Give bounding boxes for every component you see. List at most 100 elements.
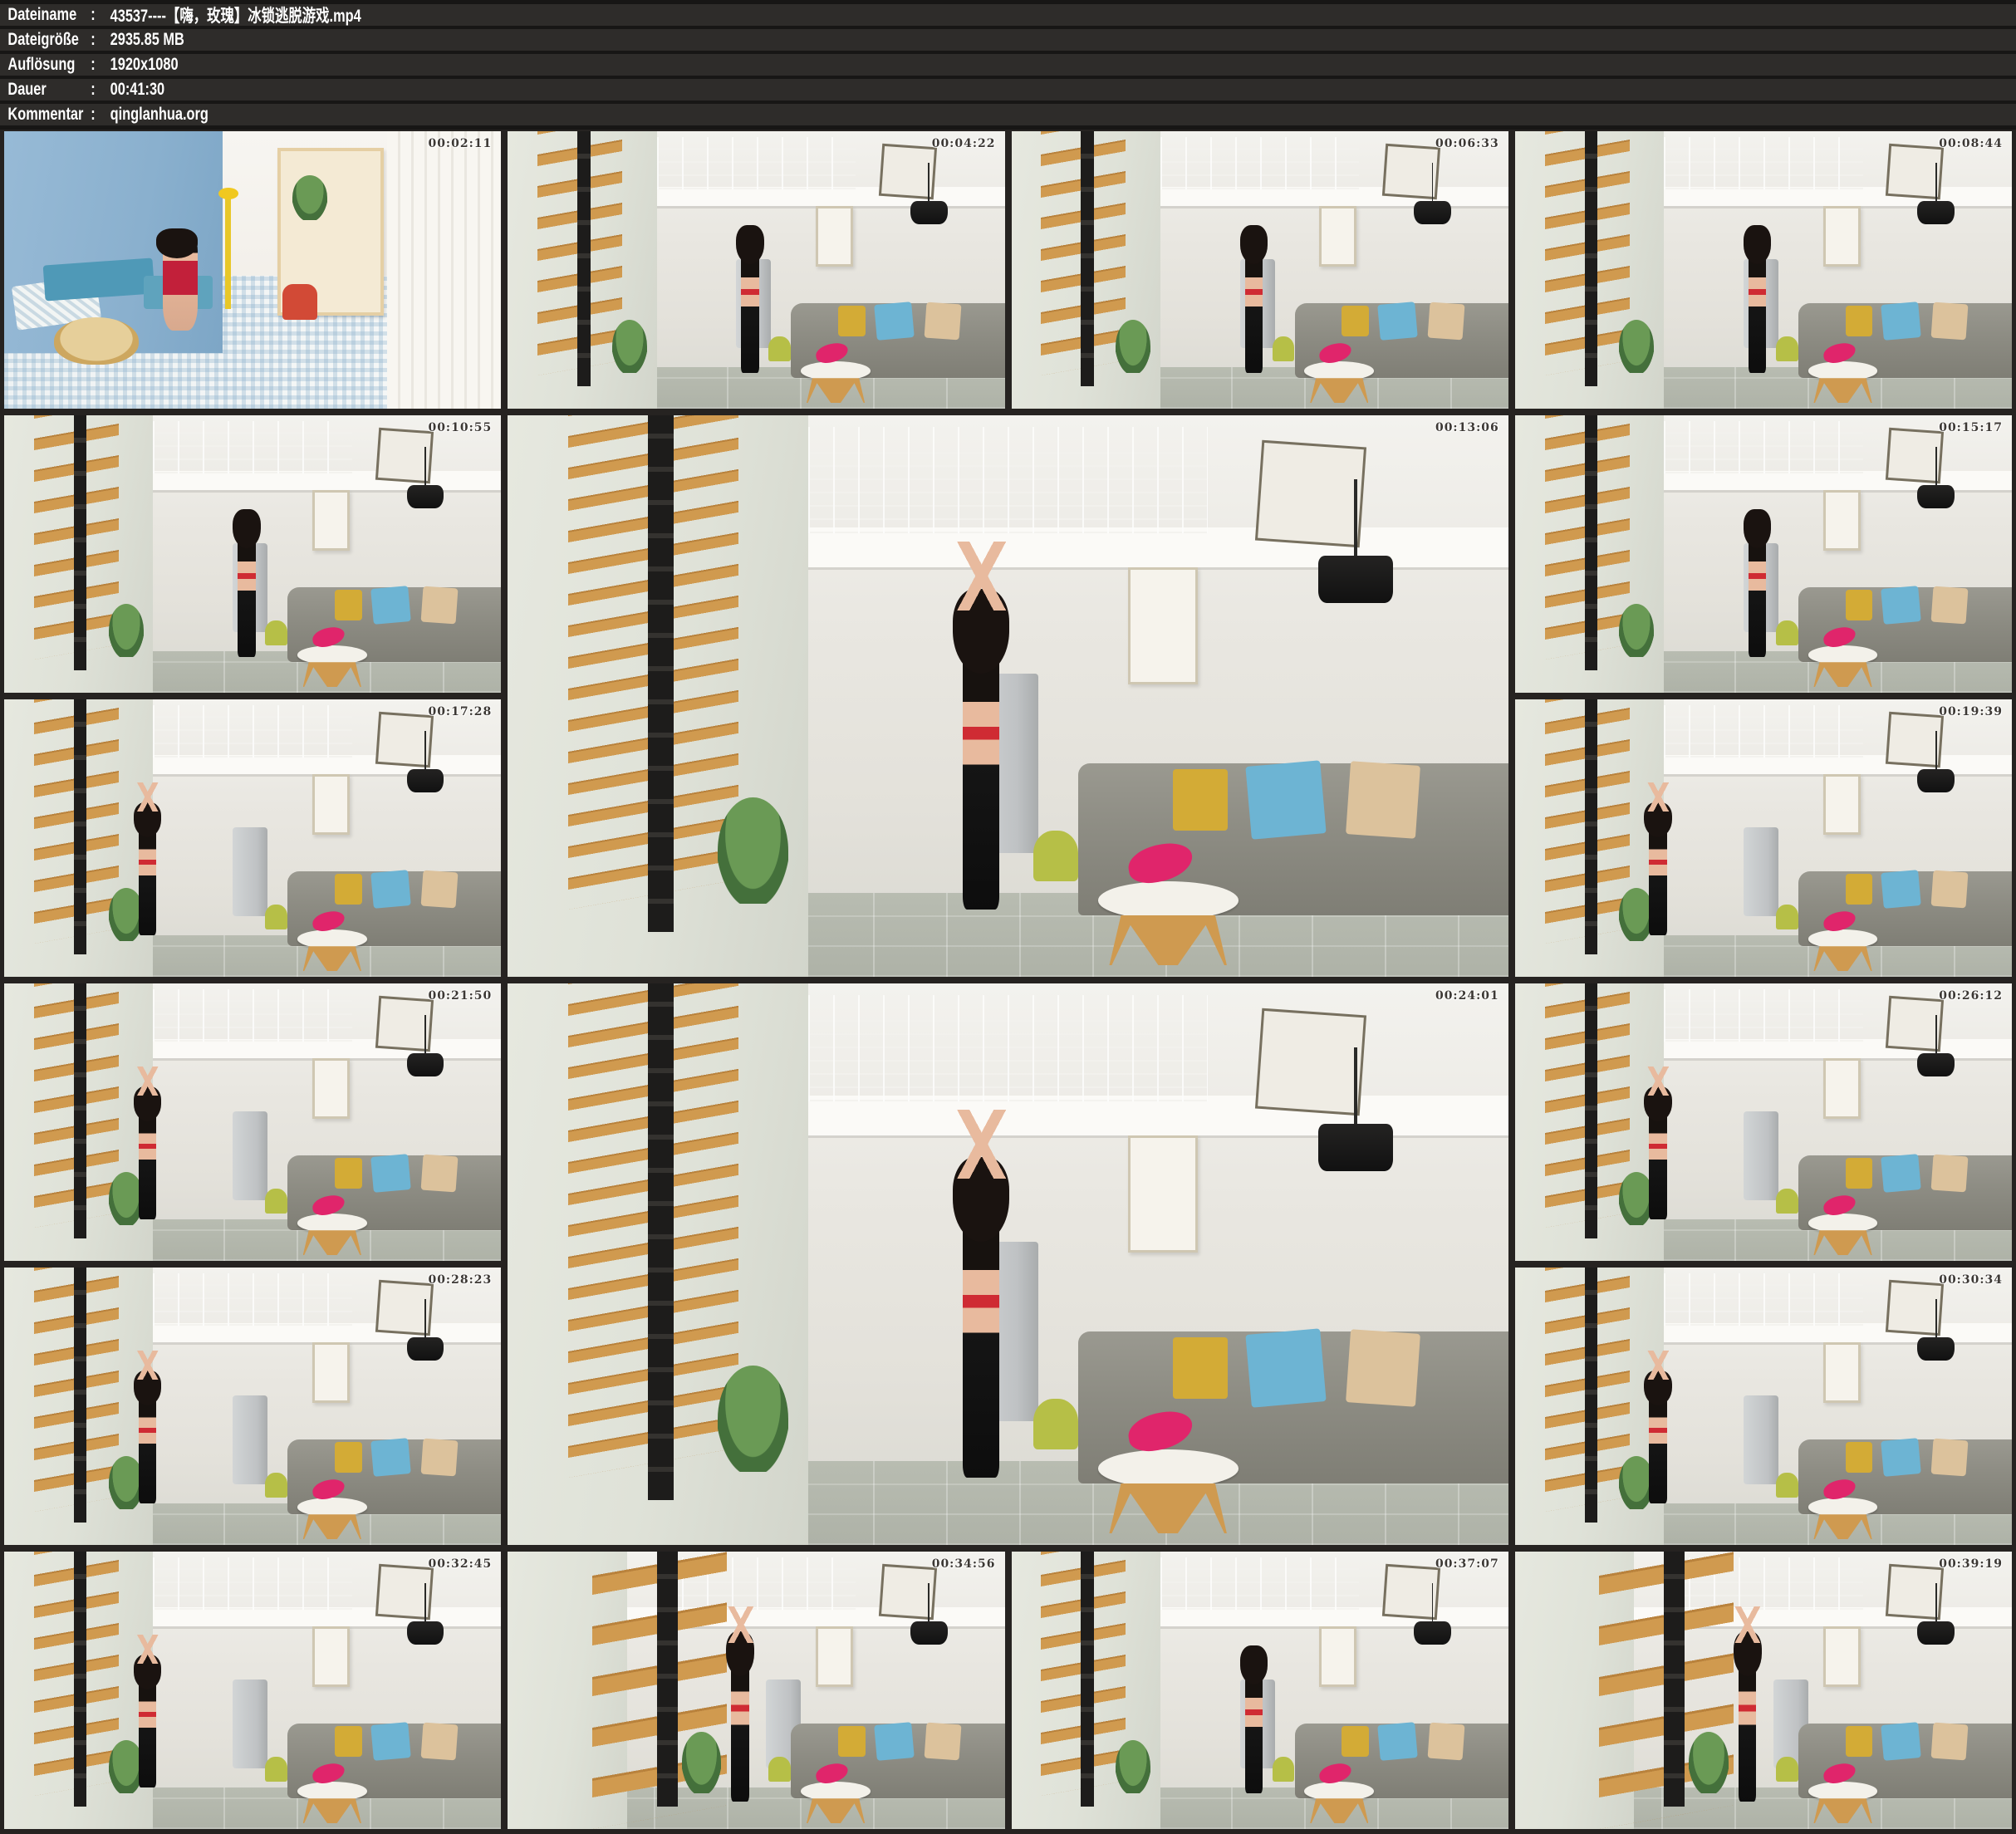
timestamp-overlay: 00:30:34 <box>1939 1273 2003 1287</box>
file-info-row: Auflösung : 1920x1080 <box>0 54 2016 76</box>
thumbnail-image <box>508 1552 1004 1829</box>
timestamp-overlay: 00:17:28 <box>428 705 492 718</box>
loft-railing <box>808 995 1209 1101</box>
plant <box>1689 1732 1729 1792</box>
wall-art <box>1823 774 1861 835</box>
person <box>731 1635 749 1801</box>
thumbnail-image <box>1515 1268 2012 1545</box>
field-value-duration: 00:41:30 <box>110 80 165 100</box>
field-separator: : <box>91 55 110 75</box>
coffee-table <box>1304 361 1374 403</box>
fridge <box>1744 827 1778 916</box>
wall-art <box>1823 1342 1861 1403</box>
thumbnail-image <box>4 415 501 693</box>
loft-railing <box>1664 705 1862 758</box>
timestamp-overlay: 00:28:23 <box>428 1273 492 1287</box>
video-thumbnail: 00:30:34 <box>1515 1268 2012 1545</box>
pillow <box>1846 590 1873 620</box>
timestamp-overlay: 00:34:56 <box>932 1557 996 1571</box>
timestamp-overlay: 00:15:17 <box>1939 421 2003 434</box>
field-value-comment: qinglanhua.org <box>110 105 208 125</box>
stool <box>768 1757 791 1782</box>
person <box>1649 1089 1667 1219</box>
wall-art <box>1128 567 1198 684</box>
loft-railing <box>153 421 351 473</box>
wall-art <box>312 1058 350 1119</box>
thumbnail-image <box>4 131 501 409</box>
file-info-row: Dateigröße : 2935.85 MB <box>0 29 2016 51</box>
video-thumbnail: 00:13:06 <box>508 415 1508 977</box>
pillow <box>1881 1722 1921 1761</box>
field-separator: : <box>91 30 110 50</box>
wall-art <box>312 774 350 835</box>
loft-railing <box>1160 137 1359 189</box>
field-label-filesize: Dateigröße <box>7 30 91 50</box>
timestamp-overlay: 00:21:50 <box>428 989 492 1003</box>
thumbnail-image <box>1012 131 1508 409</box>
pillow <box>420 1439 458 1477</box>
coffee-table <box>1098 1449 1239 1533</box>
pillow <box>1931 1155 1969 1193</box>
mezzanine <box>1634 755 2012 774</box>
stair-pole <box>1664 1552 1685 1807</box>
field-value-filesize: 2935.85 MB <box>110 30 184 50</box>
person <box>1245 1649 1263 1793</box>
mezzanine <box>124 1323 502 1342</box>
pillow <box>1428 1723 1465 1761</box>
timestamp-overlay: 00:26:12 <box>1939 989 2003 1003</box>
pillow <box>1931 1439 1969 1477</box>
mezzanine <box>1634 187 2012 206</box>
pillow <box>1881 302 1921 341</box>
pillow <box>1881 870 1921 909</box>
timestamp-overlay: 00:39:19 <box>1939 1557 2003 1571</box>
stair-pole <box>648 415 674 932</box>
wall-art <box>312 1342 350 1403</box>
wall-art <box>1319 1626 1356 1687</box>
pillow <box>420 870 458 909</box>
pillow <box>420 1155 458 1193</box>
plant <box>682 1732 722 1792</box>
lamp <box>407 1337 444 1361</box>
timestamp-overlay: 00:04:22 <box>932 137 996 150</box>
stool <box>1776 1189 1798 1214</box>
field-separator: : <box>91 105 110 125</box>
mezzanine <box>124 1039 502 1058</box>
person <box>741 228 759 373</box>
lamp <box>1917 1053 1955 1076</box>
video-thumbnail: 00:37:07 <box>1012 1552 1508 1829</box>
lamp <box>910 1621 948 1645</box>
timestamp-overlay: 00:02:11 <box>428 137 492 150</box>
loft-railing <box>657 137 856 189</box>
stair-pole <box>1081 1552 1094 1807</box>
fridge <box>1744 1111 1778 1200</box>
pillow <box>874 302 914 341</box>
timestamp-overlay: 00:19:39 <box>1939 705 2003 718</box>
pillow <box>838 306 866 336</box>
wall-art <box>312 1626 350 1687</box>
pillow <box>370 586 410 625</box>
pillow <box>1881 1438 1921 1477</box>
wall-art <box>1128 1135 1198 1253</box>
pillow <box>1846 1158 1873 1189</box>
timestamp-overlay: 00:06:33 <box>1435 137 1499 150</box>
lamp <box>407 485 444 508</box>
pillow <box>1346 761 1420 839</box>
person <box>963 595 998 910</box>
lamp <box>1917 1621 1955 1645</box>
loft-railing <box>808 427 1209 533</box>
lamp <box>407 1621 444 1645</box>
video-thumbnail: 00:24:01 <box>508 983 1508 1545</box>
mezzanine <box>748 1096 1508 1135</box>
timestamp-overlay: 00:32:45 <box>428 1557 492 1571</box>
coffee-table <box>297 929 367 971</box>
stair-pole <box>1585 1268 1598 1523</box>
pillow <box>1245 760 1327 839</box>
person <box>1749 512 1767 657</box>
person <box>1649 805 1667 935</box>
stair-pole <box>1585 983 1598 1238</box>
loft-railing <box>153 1557 351 1610</box>
thumbnail-image <box>508 983 1508 1545</box>
coffee-table <box>297 1214 367 1255</box>
person <box>1245 228 1263 373</box>
stair-pole <box>577 131 591 386</box>
